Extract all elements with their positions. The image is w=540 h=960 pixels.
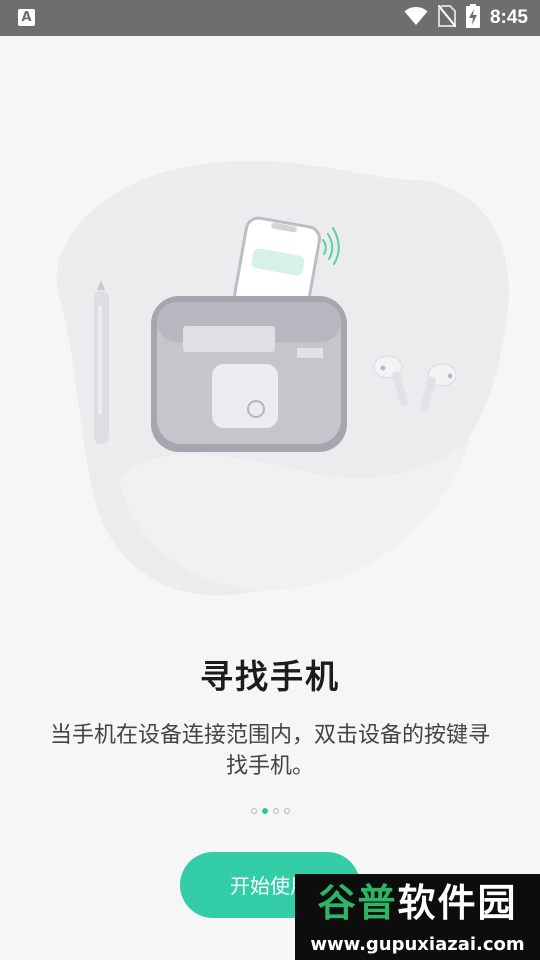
watermark-title: 谷普软件园 xyxy=(295,874,540,932)
onboarding-illustration xyxy=(0,36,540,636)
page-dot-2-active xyxy=(261,808,268,814)
no-sim-icon xyxy=(437,4,457,31)
page-dot-3 xyxy=(272,808,279,814)
status-right: 8:45 xyxy=(404,0,528,36)
status-time: 8:45 xyxy=(489,7,528,28)
onboarding-title: 寻找手机 xyxy=(200,657,340,696)
page-indicator xyxy=(0,808,540,814)
battery-charging-icon xyxy=(465,4,480,32)
page-dot-1 xyxy=(250,808,257,814)
stylus-illustration xyxy=(94,280,109,444)
watermark-url: www.gupuxiazai.com xyxy=(295,930,540,960)
device-case-illustration xyxy=(151,296,347,452)
watermark-logo: 谷普软件园 www.gupuxiazai.com xyxy=(295,874,540,960)
notification-app-icon: A xyxy=(18,9,35,26)
page-dot-4 xyxy=(283,808,290,814)
onboarding-description: 当手机在设备连接范围内，双击设备的按键寻找手机。 xyxy=(49,723,490,779)
status-bar: A 8:45 xyxy=(0,0,540,36)
wifi-icon xyxy=(404,6,428,30)
status-left: A xyxy=(18,9,35,26)
